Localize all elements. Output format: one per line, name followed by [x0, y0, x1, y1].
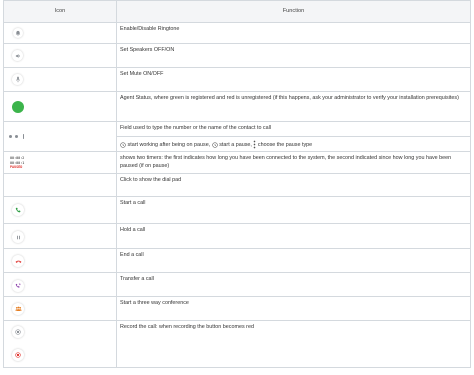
function-text: start working after being on pause, star… — [116, 136, 471, 152]
table-row: Record the call: when recording the butt… — [3, 320, 471, 368]
table-row: Agent Status, where green is registered … — [3, 91, 471, 122]
function-text: shows two timers: the first indicates ho… — [116, 151, 471, 174]
table-row: 00:00:2 00:00:1 PAUSED shows two timers:… — [3, 151, 471, 174]
speaker-icon[interactable] — [12, 50, 23, 61]
function-text: Transfer a call — [116, 272, 471, 297]
icon-cell — [3, 296, 117, 321]
agent-status-dot-icon[interactable] — [12, 101, 24, 113]
conference-icon[interactable] — [12, 303, 24, 315]
icon-cell — [3, 121, 117, 152]
table-row: Start a call — [3, 196, 471, 224]
function-text: End a call — [116, 248, 471, 273]
icon-cell: 00:00:2 00:00:1 PAUSED — [3, 151, 117, 174]
paused-label: PAUSED — [10, 165, 23, 170]
pause-option-resume: start working after being on pause, — [127, 141, 211, 148]
table-row: Click to show the dial pad — [3, 173, 471, 197]
function-text: Enable/Disable Ringtone — [116, 22, 471, 44]
timers-icon: 00:00:2 00:00:1 PAUSED — [10, 156, 24, 170]
microphone-icon[interactable] — [12, 74, 23, 85]
pause-option-start: start a pause, — [219, 141, 252, 148]
icon-cell — [3, 91, 117, 122]
pause-option-type: choose the pause type — [257, 141, 313, 148]
table-row: End a call — [3, 248, 471, 273]
table-row: Transfer a call — [3, 272, 471, 297]
function-text: Record the call: when recording the butt… — [116, 320, 471, 368]
number-input-dots-icon[interactable] — [9, 134, 25, 139]
function-text: Start a three way conference — [116, 296, 471, 321]
connection-timer: 00:00:2 — [10, 156, 25, 160]
function-text: Set Mute ON/OFF — [116, 67, 471, 92]
icon-cell — [3, 248, 117, 273]
start-pause-icon — [212, 141, 218, 148]
function-text: Field used to type the number or the nam… — [116, 121, 471, 137]
table-row: Set Mute ON/OFF — [3, 67, 471, 92]
icon-function-table: Icon Function Enable/Disable Ringtone Se… — [3, 0, 471, 368]
icon-cell — [3, 196, 117, 224]
hold-icon[interactable] — [12, 231, 24, 243]
icon-cell — [3, 272, 117, 297]
icon-cell — [3, 173, 117, 197]
function-text: Click to show the dial pad — [116, 173, 471, 197]
function-column-header: Function — [116, 0, 471, 23]
icon-column-header: Icon — [3, 0, 117, 23]
icon-cell — [3, 43, 117, 68]
table-row: Set Speakers OFF/ON — [3, 43, 471, 68]
end-call-icon[interactable] — [12, 255, 24, 267]
icon-cell — [3, 22, 117, 44]
resume-work-icon — [120, 141, 126, 148]
function-text: Hold a call — [116, 223, 471, 249]
icon-cell — [3, 320, 117, 368]
transfer-icon[interactable] — [12, 280, 24, 292]
table-header-row: Icon Function — [3, 0, 471, 23]
phone-call-icon[interactable] — [12, 204, 24, 216]
icon-cell — [3, 223, 117, 249]
table-row: Enable/Disable Ringtone — [3, 22, 471, 44]
record-icon[interactable] — [12, 326, 24, 338]
function-text: Start a call — [116, 196, 471, 224]
function-text: Set Speakers OFF/ON — [116, 43, 471, 68]
table-row: Start a three way conference — [3, 296, 471, 321]
table-row: Field used to type the number or the nam… — [3, 121, 471, 152]
table-row: Hold a call — [3, 223, 471, 249]
icon-cell — [3, 67, 117, 92]
more-vertical-icon — [254, 140, 256, 149]
function-text: Agent Status, where green is registered … — [116, 91, 471, 122]
record-active-icon[interactable] — [12, 349, 24, 361]
bell-icon[interactable] — [13, 28, 23, 38]
